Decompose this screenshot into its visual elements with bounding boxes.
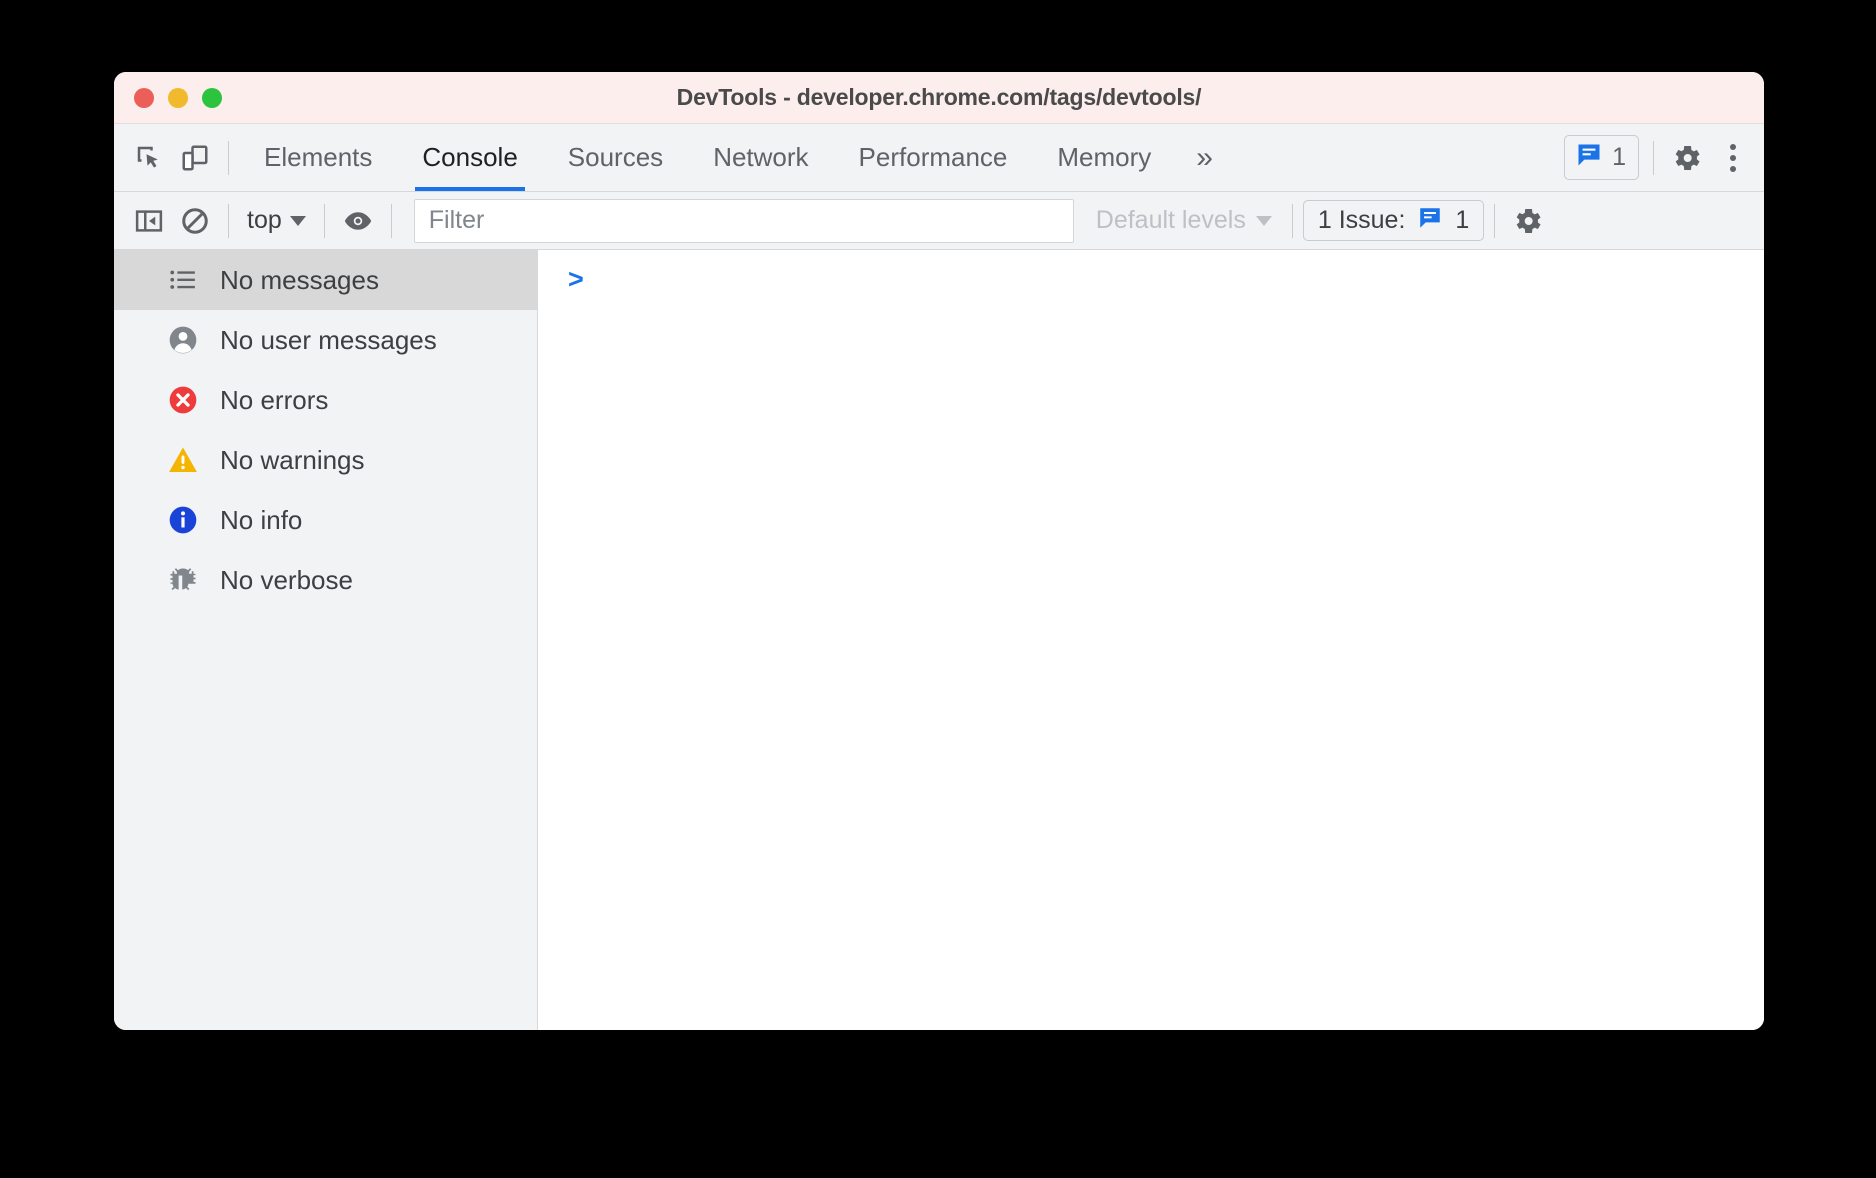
sidebar-item-label: No info	[220, 505, 302, 536]
devtools-tabbar: Elements Console Sources Network Perform…	[114, 124, 1764, 192]
tab-memory[interactable]: Memory	[1032, 124, 1176, 191]
tab-label: Performance	[859, 142, 1008, 173]
tabbar-divider-2	[1653, 141, 1654, 175]
issues-count: 1	[1455, 206, 1469, 235]
kebab-menu-icon[interactable]	[1710, 135, 1756, 181]
tab-label: Console	[422, 142, 517, 173]
clear-console-icon[interactable]	[172, 198, 218, 244]
issues-message-icon	[1575, 141, 1603, 174]
sidebar-item-errors[interactable]: No errors	[114, 370, 537, 430]
window-titlebar: DevTools - developer.chrome.com/tags/dev…	[114, 72, 1764, 124]
devtools-window: DevTools - developer.chrome.com/tags/dev…	[114, 72, 1764, 1030]
tab-sources[interactable]: Sources	[543, 124, 688, 191]
execution-context-label: top	[247, 206, 282, 235]
list-icon	[166, 263, 200, 297]
log-levels-label: Default levels	[1096, 206, 1246, 235]
inspect-element-icon[interactable]	[126, 135, 172, 181]
device-toolbar-icon[interactable]	[172, 135, 218, 181]
sidebar-item-label: No messages	[220, 265, 379, 296]
console-prompt[interactable]: >	[568, 266, 1764, 293]
tab-label: Elements	[264, 142, 372, 173]
minimize-window-button[interactable]	[168, 88, 188, 108]
sidebar-item-label: No verbose	[220, 565, 353, 596]
console-toolbar: top Filter Default levels 1	[114, 192, 1764, 250]
tab-elements[interactable]: Elements	[239, 124, 397, 191]
sidebar-item-messages[interactable]: No messages	[114, 250, 537, 310]
tab-label: Network	[713, 142, 808, 173]
gear-icon[interactable]	[1505, 198, 1551, 244]
console-divider-2	[324, 204, 325, 238]
console-message-area[interactable]: >	[538, 250, 1764, 1030]
console-issues-button[interactable]: 1 Issue: 1	[1303, 200, 1484, 241]
error-icon	[166, 383, 200, 417]
sidebar-item-verbose[interactable]: No verbose	[114, 550, 537, 610]
console-divider-5	[1494, 204, 1495, 238]
window-title: DevTools - developer.chrome.com/tags/dev…	[114, 84, 1764, 111]
issues-count: 1	[1612, 143, 1626, 172]
console-divider-3	[391, 204, 392, 238]
panel-tabs: Elements Console Sources Network Perform…	[239, 124, 1233, 191]
sidebar-item-warnings[interactable]: No warnings	[114, 430, 537, 490]
console-sidebar: No messages No user messages	[114, 250, 538, 1030]
tab-console[interactable]: Console	[397, 124, 542, 191]
bug-icon	[166, 563, 200, 597]
console-body: No messages No user messages	[114, 250, 1764, 1030]
sidebar-item-label: No warnings	[220, 445, 365, 476]
window-controls	[134, 72, 222, 123]
execution-context-selector[interactable]: top	[239, 206, 314, 235]
issues-counter-button[interactable]: 1	[1564, 135, 1639, 180]
toolbar-divider	[228, 141, 229, 175]
tab-label: Sources	[568, 142, 663, 173]
sidebar-item-info[interactable]: No info	[114, 490, 537, 550]
gear-icon[interactable]	[1664, 135, 1710, 181]
sidebar-item-user-messages[interactable]: No user messages	[114, 310, 537, 370]
console-divider-1	[228, 204, 229, 238]
close-window-button[interactable]	[134, 88, 154, 108]
eye-icon[interactable]	[335, 198, 381, 244]
filter-input[interactable]: Filter	[414, 199, 1074, 243]
maximize-window-button[interactable]	[202, 88, 222, 108]
tab-network[interactable]: Network	[688, 124, 833, 191]
log-levels-dropdown[interactable]: Default levels	[1086, 206, 1282, 235]
console-divider-4	[1292, 204, 1293, 238]
sidebar-item-label: No user messages	[220, 325, 437, 356]
issues-label: 1 Issue:	[1318, 206, 1406, 235]
sidebar-item-label: No errors	[220, 385, 328, 416]
person-icon	[166, 323, 200, 357]
screenshot-root: DevTools - developer.chrome.com/tags/dev…	[0, 0, 1876, 1178]
show-console-sidebar-icon[interactable]	[126, 198, 172, 244]
chevron-down-icon	[1256, 216, 1272, 226]
tab-label: Memory	[1057, 142, 1151, 173]
warning-icon	[166, 443, 200, 477]
tab-performance[interactable]: Performance	[834, 124, 1033, 191]
chevron-down-icon	[290, 216, 306, 226]
info-icon	[166, 503, 200, 537]
more-tabs-button[interactable]: »	[1176, 124, 1233, 191]
filter-placeholder: Filter	[429, 206, 485, 235]
issues-message-icon	[1417, 205, 1443, 236]
